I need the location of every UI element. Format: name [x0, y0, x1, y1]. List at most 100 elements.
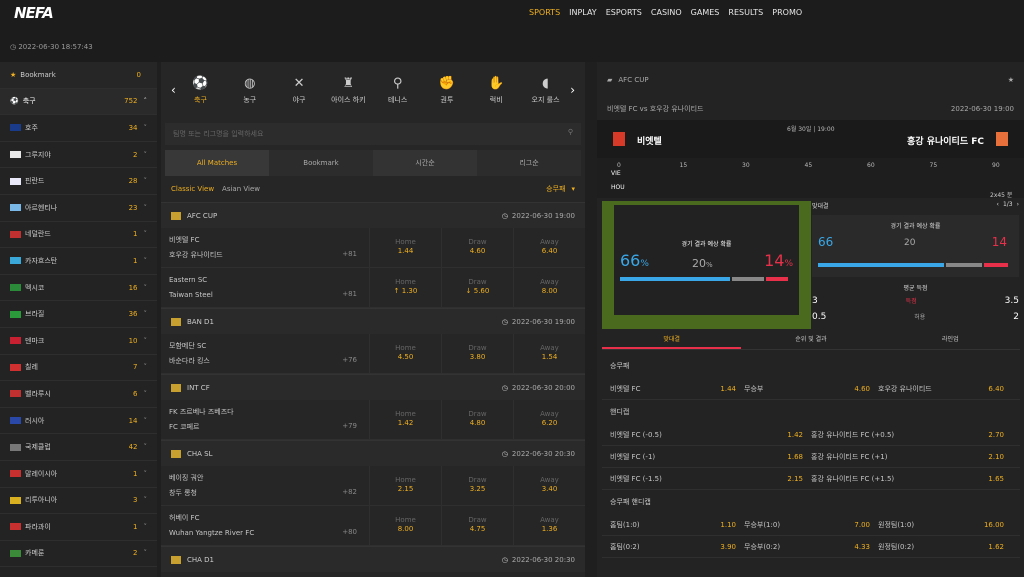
odds-cell[interactable]: Home 4.50 — [369, 334, 441, 373]
market-select[interactable]: 승무패 — [546, 184, 565, 194]
sidebar-item-country[interactable]: 핀란드 28 ˅ — [0, 168, 157, 195]
odds-option[interactable]: 원정팀(0:2) 1.62 — [878, 542, 1012, 552]
nav-results[interactable]: RESULTS — [728, 8, 763, 17]
sidebar-item-country[interactable]: 호주 34 ˅ — [0, 115, 157, 142]
sport-tab[interactable]: ⚲ 테니스 — [373, 76, 422, 105]
sport-tab[interactable]: ✊ 권투 — [422, 76, 471, 105]
odds-cell[interactable]: Draw ↓ 5.60 — [441, 268, 513, 307]
odds-cell[interactable]: Home 2.15 — [369, 466, 441, 505]
sidebar-sport-soccer[interactable]: ⚽ 축구 752 ˄ — [0, 88, 157, 116]
nav-esports[interactable]: ESPORTS — [606, 8, 642, 17]
sidebar-item-country[interactable]: 그루지야 2 ˅ — [0, 142, 157, 169]
nav-sports[interactable]: SPORTS — [529, 8, 560, 17]
match-row[interactable]: FK 즈르베나 즈베즈다 FC 코페르 +79 Home 1.42 Draw 4.80 Awa… — [161, 400, 585, 440]
more-markets[interactable]: +80 — [342, 528, 357, 536]
match-row[interactable]: 비엣텔 FC 호우강 유나이티드 +81 Home 1.44 Draw 4.60 Away 6.… — [161, 228, 585, 268]
odds-cell[interactable]: Draw 4.60 — [441, 228, 513, 267]
more-markets[interactable]: +82 — [342, 488, 357, 496]
league-header[interactable]: INT CF ◷ 2022-06-30 20:00 — [161, 374, 585, 400]
odds-option[interactable]: 비엣텔 FC 1.44 — [610, 384, 744, 394]
sport-tab[interactable]: ◖ 오지 룰스 — [521, 76, 570, 105]
sidebar-item-country[interactable]: 리투아니아 3 ˅ — [0, 488, 157, 515]
odds-cell[interactable]: Away 6.20 — [513, 400, 585, 439]
odds-cell[interactable]: Home ↑ 1.30 — [369, 268, 441, 307]
league-header[interactable]: AFC CUP ◷ 2022-06-30 19:00 — [161, 202, 585, 228]
sport-tab[interactable]: ✕ 야구 — [274, 76, 323, 105]
odds-option[interactable]: 홍강 유나이티드 FC (+1.5) 1.65 — [811, 474, 1012, 484]
tab-bookmark[interactable]: Bookmark — [269, 150, 373, 176]
league-header[interactable]: CHA D1 ◷ 2022-06-30 20:30 — [161, 546, 585, 572]
more-markets[interactable]: +81 — [342, 290, 357, 298]
odds-option[interactable]: 비엣텔 FC (-1.5) 2.15 — [610, 474, 811, 484]
sport-tab[interactable]: ⚽ 축구 — [176, 76, 225, 105]
odds-option[interactable]: 원정팀(1:0) 16.00 — [878, 520, 1012, 530]
asian-view-button[interactable]: Asian View — [222, 185, 260, 193]
sidebar-item-country[interactable]: 국제클럽 42 ˅ — [0, 434, 157, 461]
sidebar-item-country[interactable]: 브라질 36 ˅ — [0, 301, 157, 328]
sport-tab[interactable]: ✋ 럭비 — [472, 76, 521, 105]
sidebar-bookmark[interactable]: ★ Bookmark 0 — [0, 62, 157, 89]
odds-cell[interactable]: Away 1.36 — [513, 506, 585, 545]
odds-option[interactable]: 무승부 4.60 — [744, 384, 878, 394]
sidebar-item-country[interactable]: 덴마크 10 ˅ — [0, 328, 157, 355]
odds-option[interactable]: 호우강 유나이티드 6.40 — [878, 384, 1012, 394]
odds-cell[interactable]: Away 1.54 — [513, 334, 585, 373]
sport-tab[interactable]: ♜ 아이스 하키 — [324, 76, 373, 105]
nav-games[interactable]: GAMES — [691, 8, 720, 17]
more-markets[interactable]: +76 — [342, 356, 357, 364]
league-header[interactable]: CHA SL ◷ 2022-06-30 20:30 — [161, 440, 585, 466]
match-row[interactable]: 허베이 FC Wuhan Yangtze River FC +80 Home 8.00 D… — [161, 506, 585, 546]
chevron-right-icon[interactable]: › — [1017, 201, 1019, 213]
odds-cell[interactable]: Away 6.40 — [513, 228, 585, 267]
chevron-left-icon[interactable]: ‹ — [997, 201, 999, 213]
chevron-right-icon[interactable]: › — [570, 83, 575, 97]
odds-cell[interactable]: Draw 3.25 — [441, 466, 513, 505]
odds-cell[interactable]: Home 1.44 — [369, 228, 441, 267]
sidebar-item-country[interactable]: 말레이시아 1 ˅ — [0, 461, 157, 488]
tab-by-time[interactable]: 시간순 — [373, 150, 477, 176]
sidebar-item-country[interactable]: 벨라루시 6 ˅ — [0, 381, 157, 408]
odds-cell[interactable]: Away 3.40 — [513, 466, 585, 505]
odds-option[interactable]: 비엣텔 FC (-1) 1.68 — [610, 452, 811, 462]
odds-option[interactable]: 홍강 유나이티드 FC (+0.5) 2.70 — [811, 430, 1012, 440]
odds-cell[interactable]: Draw 4.80 — [441, 400, 513, 439]
match-row[interactable]: 모함메단 SC 바순다라 킹스 +76 Home 4.50 Draw 3.80 Away 1.5… — [161, 334, 585, 374]
search-input[interactable]: 팀명 또는 리그명을 입력하세요 ⚲ — [165, 123, 581, 145]
sidebar-item-country[interactable]: 칠레 7 ˅ — [0, 355, 157, 382]
match-row[interactable]: 베이징 궈안 창두 롱청 +82 Home 2.15 Draw 3.25 Away 3.40 — [161, 466, 585, 506]
odds-cell[interactable]: Away 8.00 — [513, 268, 585, 307]
odds-option[interactable]: 무승부(0:2) 4.33 — [744, 542, 878, 552]
sidebar-item-country[interactable]: 파라과이 1 ˅ — [0, 514, 157, 541]
tab-all-matches[interactable]: All Matches — [165, 150, 269, 176]
nav-inplay[interactable]: INPLAY — [569, 8, 597, 17]
more-markets[interactable]: +81 — [342, 250, 357, 258]
sidebar-item-country[interactable]: 카자흐스탄 1 ˅ — [0, 248, 157, 275]
tab-by-league[interactable]: 리그순 — [477, 150, 581, 176]
classic-view-button[interactable]: Classic View — [171, 185, 214, 193]
sidebar-item-country[interactable]: 카메룬 2 ˅ — [0, 541, 157, 568]
logo[interactable]: NEFA — [14, 4, 54, 22]
sidebar-item-country[interactable]: 아르헨티나 23 ˅ — [0, 195, 157, 222]
sidebar-item-country[interactable]: 멕시코 16 ˅ — [0, 275, 157, 302]
more-markets[interactable]: +79 — [342, 422, 357, 430]
odds-option[interactable]: 무승부(1:0) 7.00 — [744, 520, 878, 530]
odds-cell[interactable]: Draw 4.75 — [441, 506, 513, 545]
sidebar-item-country[interactable]: 네덜란드 1 ˅ — [0, 222, 157, 249]
odds-option[interactable]: 홈팀(1:0) 1.10 — [610, 520, 744, 530]
nav-casino[interactable]: CASINO — [651, 8, 682, 17]
odds-option[interactable]: 홈팀(0:2) 3.90 — [610, 542, 744, 552]
match-row[interactable]: Eastern SC Taiwan Steel +81 Home ↑ 1.30 Draw ↓… — [161, 268, 585, 308]
league-header[interactable]: BAN D1 ◷ 2022-06-30 19:00 — [161, 308, 585, 334]
star-icon[interactable]: ★ — [1008, 76, 1014, 84]
tab-lineup[interactable]: 라인업 — [881, 330, 1020, 349]
odds-cell[interactable]: Home 8.00 — [369, 506, 441, 545]
odds-option[interactable]: 비엣텔 FC (-0.5) 1.42 — [610, 430, 811, 440]
sidebar-item-country[interactable]: 러시아 14 ˅ — [0, 408, 157, 435]
sport-tab[interactable]: ◍ 농구 — [225, 76, 274, 105]
odds-option[interactable]: 홍강 유나이티드 FC (+1) 2.10 — [811, 452, 1012, 462]
odds-cell[interactable]: Draw 3.80 — [441, 334, 513, 373]
tab-standings[interactable]: 순위 및 결과 — [741, 330, 880, 349]
odds-cell[interactable]: Home 1.42 — [369, 400, 441, 439]
tab-h2h[interactable]: 맞대결 — [602, 330, 742, 349]
nav-promo[interactable]: PROMO — [772, 8, 802, 17]
